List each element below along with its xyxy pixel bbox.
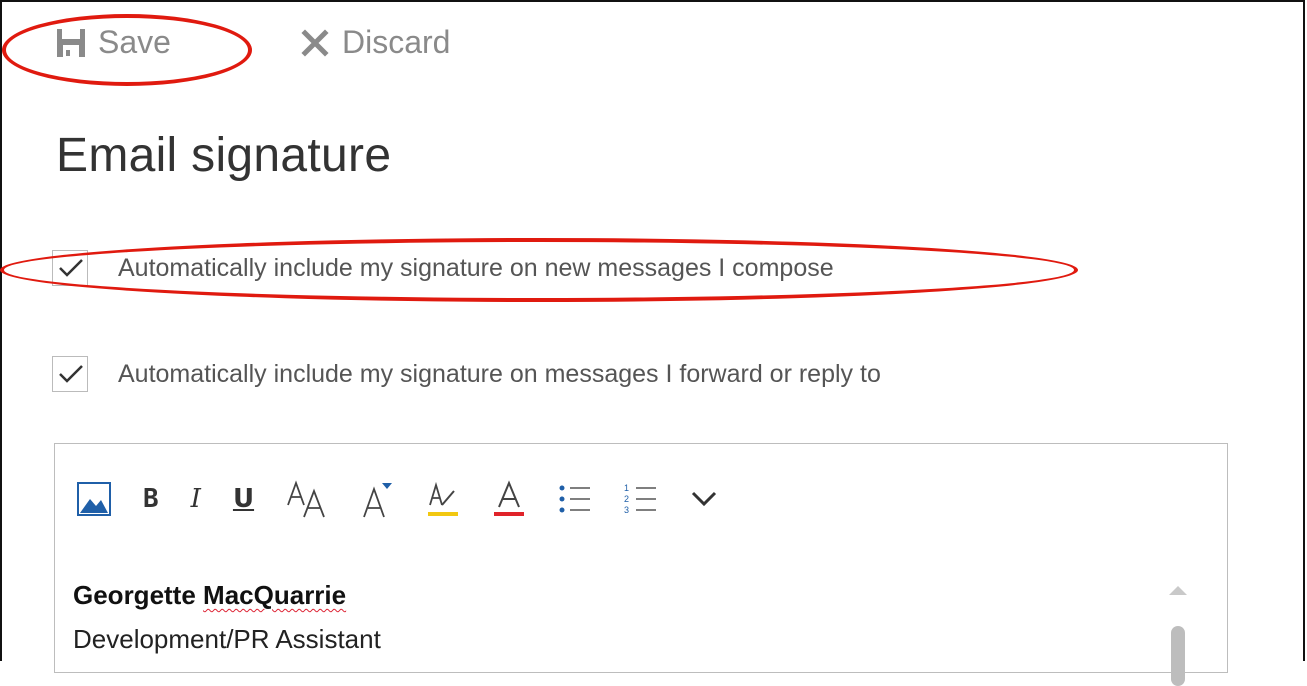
replies-checkbox[interactable] [52, 356, 88, 392]
scroll-up-arrow-icon[interactable] [1169, 586, 1187, 595]
insert-picture-icon[interactable] [77, 474, 111, 524]
new-messages-checkbox[interactable] [52, 250, 88, 286]
chevron-down-icon[interactable] [690, 474, 718, 524]
signature-editor[interactable]: B I U 1 2 3 Georgette MacQuarrie Develop… [54, 443, 1228, 686]
svg-text:2: 2 [624, 494, 629, 504]
discard-label: Discard [342, 24, 451, 60]
discard-button[interactable]: Discard [300, 24, 450, 61]
underline-button[interactable]: U [233, 474, 254, 524]
signature-name: Georgette MacQuarrie [73, 580, 346, 611]
signature-first-name: Georgette [73, 580, 196, 610]
highlight-icon[interactable] [426, 474, 460, 524]
floppy-disk-icon [56, 28, 86, 58]
page-title: Email signature [56, 129, 392, 182]
replies-option[interactable]: Automatically include my signature on me… [52, 356, 881, 392]
save-label: Save [98, 24, 171, 60]
svg-text:1: 1 [624, 483, 629, 493]
signature-last-name: MacQuarrie [203, 580, 347, 610]
checkmark-icon [59, 259, 83, 277]
close-x-icon [300, 28, 330, 58]
svg-text:3: 3 [624, 505, 629, 515]
grow-font-icon[interactable] [362, 474, 394, 524]
numbering-icon[interactable]: 1 2 3 [624, 474, 658, 524]
signature-title: Development/PR Assistant [73, 624, 381, 654]
new-messages-option[interactable]: Automatically include my signature on ne… [52, 250, 834, 286]
formatting-toolbar: B I U 1 2 3 [77, 474, 750, 524]
bold-button[interactable]: B [143, 474, 159, 524]
font-size-icon[interactable] [286, 474, 330, 524]
scrollbar-thumb[interactable] [1171, 626, 1185, 686]
checkmark-icon [59, 365, 83, 383]
font-color-icon[interactable] [492, 474, 526, 524]
new-messages-label: Automatically include my signature on ne… [118, 253, 834, 282]
bullets-icon[interactable] [558, 474, 592, 524]
italic-button[interactable]: I [191, 474, 201, 524]
save-button[interactable]: Save [56, 24, 171, 61]
replies-label: Automatically include my signature on me… [118, 359, 881, 388]
